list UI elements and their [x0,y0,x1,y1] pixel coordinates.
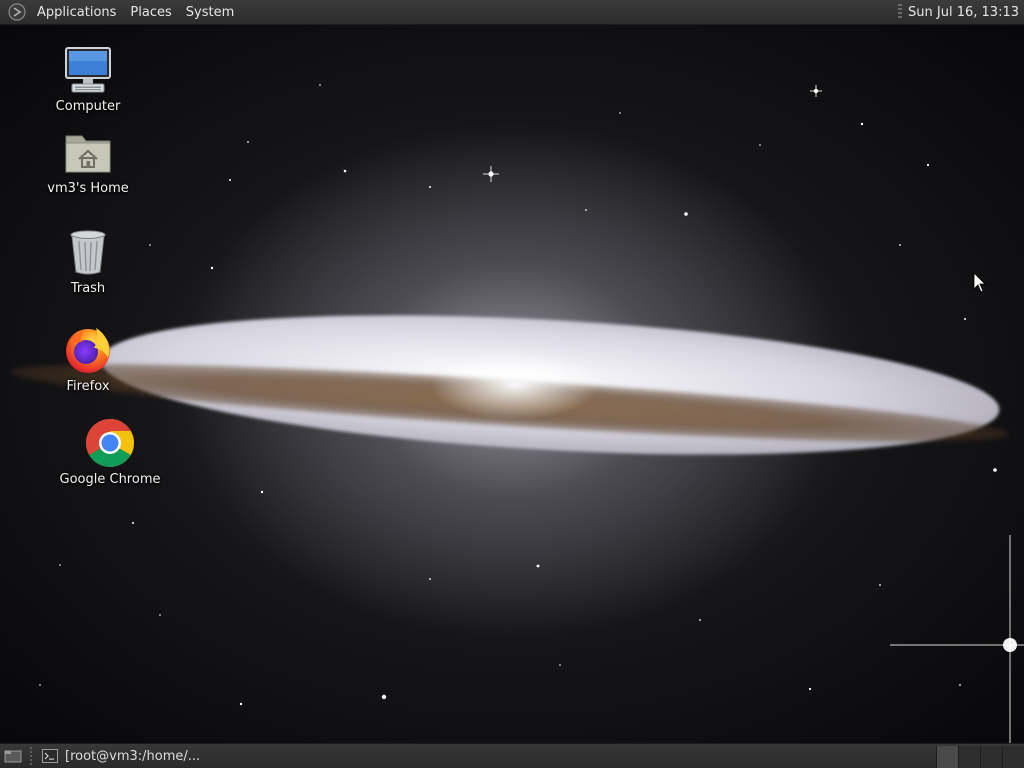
desktop-icon-label: Firefox [66,379,110,394]
panel-handle[interactable] [898,4,903,20]
desktop-icon-computer[interactable]: Computer [33,44,143,114]
home-folder-icon [62,126,114,178]
show-desktop-icon[interactable] [2,745,24,767]
trash-icon [62,226,114,278]
chrome-icon [84,417,136,469]
workspace-2[interactable] [958,746,980,768]
desktop-icon-trash[interactable]: Trash [33,226,143,296]
bottom-panel: [root@vm3:/home/... [0,743,1024,768]
desktop-icon-chrome[interactable]: Google Chrome [55,417,165,487]
taskbar-button-label: [root@vm3:/home/... [65,748,201,764]
workspace-3[interactable] [980,746,1002,768]
clock[interactable]: Sun Jul 16, 13:13 [908,5,1024,20]
menu-applications[interactable]: Applications [30,0,123,25]
firefox-icon [62,324,114,376]
desktop-background[interactable] [0,25,1024,743]
starfield [39,84,1024,743]
panel-separator [30,747,32,765]
menu-places[interactable]: Places [123,0,178,25]
menu-system[interactable]: System [179,0,241,25]
top-panel: Applications Places System Sun Jul 16, 1… [0,0,1024,25]
terminal-icon [42,749,58,763]
desktop-icon-label: Trash [70,281,106,296]
desktop-icon-label: vm3's Home [47,181,129,196]
distro-logo-icon[interactable] [8,3,26,21]
workspace-1[interactable] [936,746,958,768]
workspace-switcher[interactable] [936,746,1024,768]
computer-icon [62,44,114,96]
mouse-cursor [973,272,986,293]
desktop-icon-label: Computer [55,99,121,114]
desktop-icon-firefox[interactable]: Firefox [33,324,143,394]
desktop-icon-label: Google Chrome [59,472,161,487]
desktop-icon-home[interactable]: vm3's Home [33,126,143,196]
workspace-4[interactable] [1002,746,1024,768]
taskbar-button-terminal[interactable]: [root@vm3:/home/... [38,745,204,767]
